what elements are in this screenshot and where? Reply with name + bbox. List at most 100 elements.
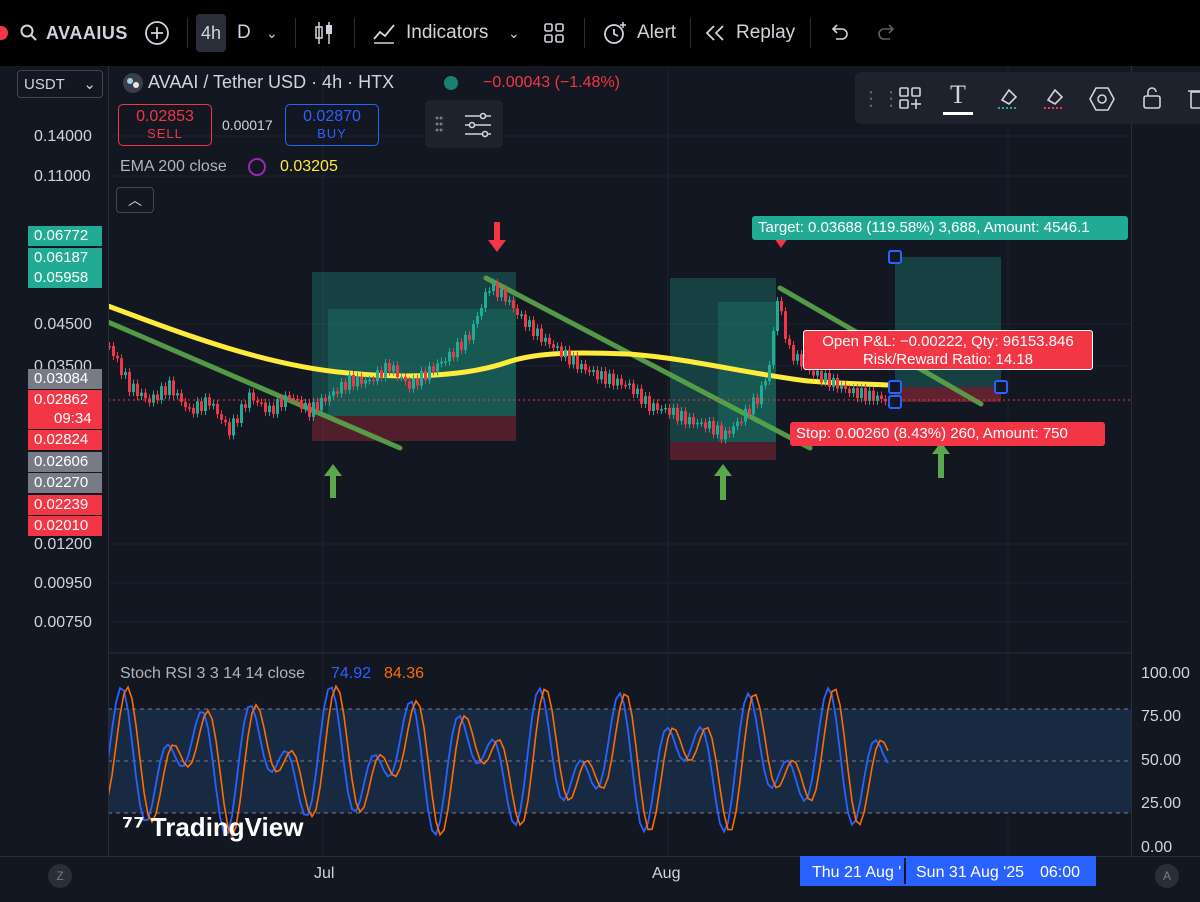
timeframe-d-button[interactable]: D xyxy=(237,14,251,52)
target-label[interactable]: Target: 0.03688 (119.58%) 3,688, Amount:… xyxy=(752,216,1128,240)
rsi-axis-label: 100.00 xyxy=(1141,665,1190,682)
candle-body xyxy=(880,395,883,399)
price-tag: 0.02862 xyxy=(28,390,102,410)
auto-scale-button[interactable]: A xyxy=(1155,864,1179,888)
plus-circle-icon xyxy=(145,21,169,45)
price-tag: 0.06772 xyxy=(28,226,102,246)
candle-body xyxy=(552,344,555,348)
lock-icon[interactable] xyxy=(1139,86,1165,112)
candle-body xyxy=(404,376,407,382)
candle-body xyxy=(696,422,699,425)
add-symbol-button[interactable] xyxy=(144,14,170,52)
drag-handle-icon[interactable]: ⋮⋮ xyxy=(861,86,901,112)
stop-label[interactable]: Stop: 0.00260 (8.43%) 260, Amount: 750 xyxy=(790,422,1105,446)
candle-body xyxy=(128,372,131,392)
buy-button[interactable]: 0.02870 BUY xyxy=(285,104,379,146)
notification-dot xyxy=(0,26,8,40)
price-change: −0.00043 (−1.48%) xyxy=(483,74,620,91)
candle-body xyxy=(176,393,179,396)
candle-body xyxy=(380,370,383,378)
candle-body xyxy=(656,403,659,410)
candle-body xyxy=(832,377,835,387)
candle-body xyxy=(772,331,775,365)
candle-body xyxy=(828,373,831,387)
candle-body xyxy=(420,371,423,386)
buy-price: 0.02870 xyxy=(303,108,361,125)
candle-body xyxy=(132,383,135,392)
candle-body xyxy=(712,421,715,435)
object-tree-button[interactable] xyxy=(425,100,503,148)
candle-body xyxy=(624,384,627,387)
alert-button[interactable]: Alert xyxy=(601,14,676,52)
undo-button[interactable] xyxy=(828,14,850,52)
candle-body xyxy=(820,370,823,383)
candle-body xyxy=(780,300,783,312)
candle-body xyxy=(272,405,275,414)
candle-body xyxy=(396,365,399,378)
price-axis-label: 0.00950 xyxy=(34,575,92,592)
price-tag: 0.02010 xyxy=(28,516,102,536)
indicators-button[interactable]: Indicators xyxy=(372,14,488,52)
candle-body xyxy=(576,355,579,370)
replay-button[interactable]: Replay xyxy=(704,14,795,52)
date-end: Sun 31 Aug '25 xyxy=(916,864,1025,881)
candle-body xyxy=(224,419,227,423)
price-tag: 0.02239 xyxy=(28,495,102,515)
text-tool-icon[interactable]: T xyxy=(945,80,971,109)
candle-body xyxy=(728,430,731,434)
candle-body xyxy=(596,370,599,380)
candle-body xyxy=(384,363,387,378)
loading-icon xyxy=(248,158,266,176)
right-price-axis[interactable] xyxy=(1131,66,1200,856)
candle-body xyxy=(216,403,219,415)
symbol-search[interactable]: AVAAIUS xyxy=(20,14,128,52)
candle-body xyxy=(512,300,515,309)
candle-body xyxy=(844,385,847,389)
candle-body xyxy=(516,308,519,316)
candle-body xyxy=(368,379,371,382)
indicators-chevron-down-icon[interactable]: ⌄ xyxy=(508,14,520,52)
rewind-icon xyxy=(705,25,724,41)
chart-type-button[interactable] xyxy=(313,14,335,52)
candle-body xyxy=(584,363,587,371)
candle-body xyxy=(156,394,159,400)
coin-logo xyxy=(122,72,144,94)
timeframe-4h-button[interactable]: 4h xyxy=(196,14,226,52)
candle-body xyxy=(548,337,551,345)
pnl-label[interactable]: Open P&L: −0.00222, Qty: 96153.846 Risk/… xyxy=(803,330,1093,370)
candle-body xyxy=(196,401,199,414)
candle-body xyxy=(372,379,375,382)
candle-body xyxy=(304,402,307,409)
timeframe-chevron-down-icon[interactable]: ⌄ xyxy=(266,14,278,52)
rsi-axis-label: 25.00 xyxy=(1141,795,1182,812)
drag-handle-icon xyxy=(435,116,443,132)
price-chart[interactable] xyxy=(108,66,1131,856)
collapse-legend-button[interactable]: ︿ xyxy=(116,187,154,213)
candle-body xyxy=(148,398,151,403)
line-color-icon[interactable] xyxy=(995,86,1021,112)
candle-body xyxy=(392,365,395,372)
candle-body xyxy=(836,377,839,389)
candle-body xyxy=(160,386,163,400)
date-start: Thu 21 Aug ' xyxy=(812,864,902,881)
settings-hex-icon[interactable] xyxy=(1089,86,1115,112)
candle-body xyxy=(204,397,207,411)
zoom-button[interactable]: Z xyxy=(48,864,72,888)
trash-icon[interactable] xyxy=(1185,86,1200,112)
redo-button[interactable] xyxy=(876,14,898,52)
price-axis-label: 0.14000 xyxy=(34,128,92,145)
currency-select[interactable]: USDT ⌄ xyxy=(17,70,103,98)
sell-button[interactable]: 0.02853 SELL xyxy=(118,104,212,146)
candle-body xyxy=(716,425,719,435)
candle-body xyxy=(840,385,843,389)
fill-color-icon[interactable] xyxy=(1041,86,1067,112)
add-template-icon[interactable] xyxy=(897,86,923,112)
tradingview-watermark: ⁷⁷ TradingView xyxy=(122,812,303,843)
candle-body xyxy=(432,366,435,372)
price-tag: 0.03084 xyxy=(28,369,102,389)
candle-body xyxy=(440,361,443,364)
candle-body xyxy=(732,426,735,434)
candle-body xyxy=(600,371,603,380)
layouts-button[interactable] xyxy=(543,14,565,52)
rsi-axis-label: 0.00 xyxy=(1141,839,1173,856)
